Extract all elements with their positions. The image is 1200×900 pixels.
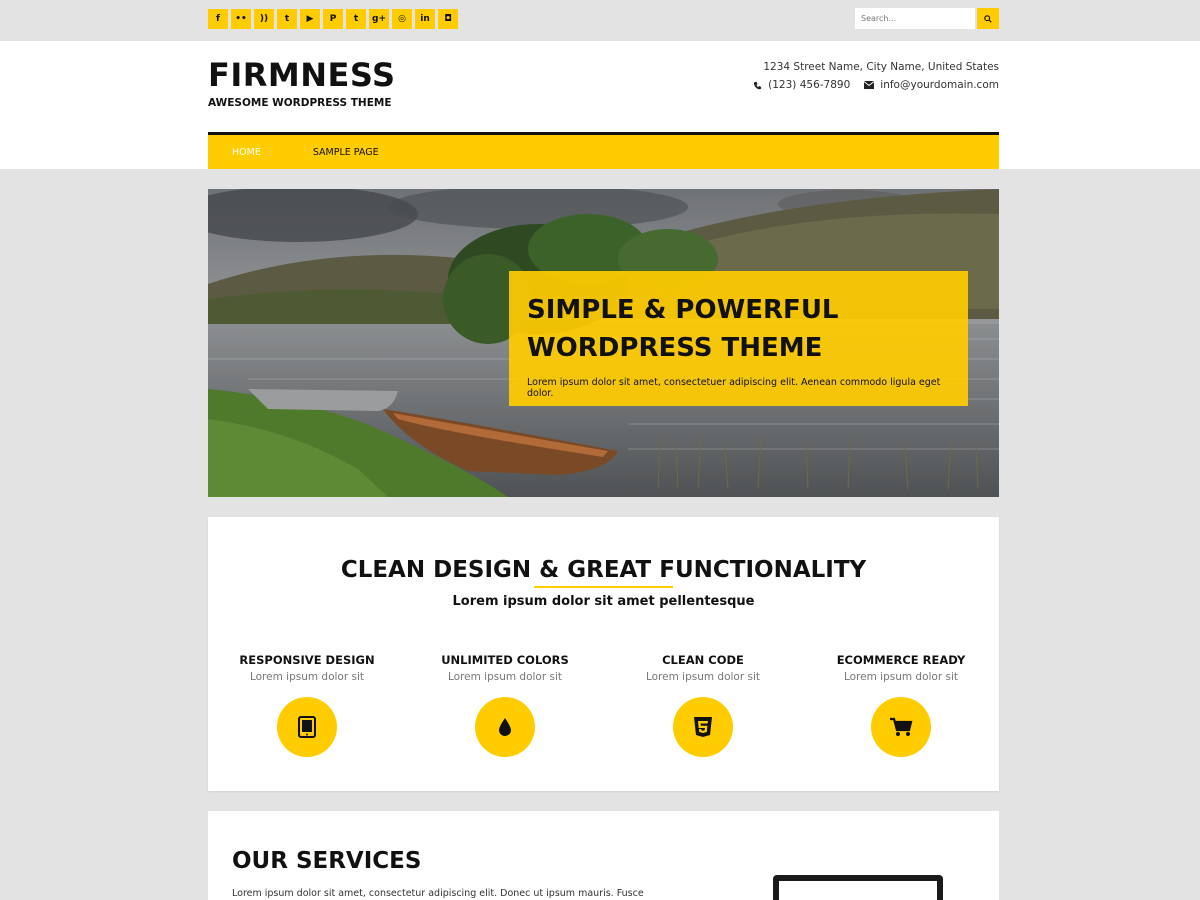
search-button[interactable]: [977, 8, 999, 29]
html5-icon: [694, 717, 712, 737]
hero-title-line1: SIMPLE & POWERFUL: [527, 295, 839, 325]
feature-item: RESPONSIVE DESIGN Lorem ipsum dolor sit: [208, 653, 406, 757]
contact-email[interactable]: info@yourdomain.com: [880, 79, 999, 91]
features-title: CLEAN DESIGN & GREAT FUNCTIONALITY: [340, 557, 867, 583]
site-tagline: AWESOME WORDPRESS THEME: [208, 97, 392, 109]
feature-heading: CLEAN CODE: [662, 653, 744, 667]
hero-title-line2: WORDPRESS THEME: [527, 333, 823, 363]
feature-item: ECOMMERCE READY Lorem ipsum dolor sit: [802, 653, 1000, 757]
flickr-icon[interactable]: ••: [231, 9, 251, 29]
rss-icon[interactable]: )): [254, 9, 274, 29]
feature-heading: ECOMMERCE READY: [836, 653, 966, 667]
phone-icon: [754, 81, 762, 89]
site-title[interactable]: FIRMNESS: [208, 56, 396, 94]
feature-icon-circle: [277, 697, 337, 757]
hero-caption: SIMPLE & POWERFUL WORDPRESS THEME Lorem …: [509, 271, 968, 406]
features-section: CLEAN DESIGN & GREAT FUNCTIONALITY Lorem…: [208, 517, 999, 791]
feature-heading: UNLIMITED COLORS: [441, 653, 569, 667]
services-section: OUR SERVICES Lorem ipsum dolor sit amet,…: [208, 811, 999, 900]
services-title: OUR SERVICES: [232, 848, 422, 874]
feature-item: CLEAN CODE Lorem ipsum dolor sit: [604, 653, 802, 757]
feature-heading: RESPONSIVE DESIGN: [239, 653, 375, 667]
feature-icon-circle: [673, 697, 733, 757]
features-subtitle: Lorem ipsum dolor sit amet pellentesque: [452, 594, 755, 609]
services-text: Lorem ipsum dolor sit amet, consectetur …: [232, 888, 644, 899]
facebook-icon[interactable]: f: [208, 9, 228, 29]
feature-text: Lorem ipsum dolor sit: [249, 671, 365, 683]
search-form: [855, 8, 999, 29]
nav-item-home[interactable]: HOME: [208, 147, 285, 158]
googleplus-icon[interactable]: g+: [369, 9, 389, 29]
feature-text: Lorem ipsum dolor sit: [843, 671, 959, 683]
tumblr-icon[interactable]: t: [346, 9, 366, 29]
contact-address: 1234 Street Name, City Name, United Stat…: [763, 61, 999, 73]
tablet-icon: [298, 716, 316, 738]
pinterest-icon[interactable]: P: [323, 9, 343, 29]
youtube-icon[interactable]: ▶: [300, 9, 320, 29]
top-bar: f •• )) t ▶ P t g+ ◎ in ◘: [0, 0, 1200, 41]
feature-icon-circle: [871, 697, 931, 757]
search-input[interactable]: [855, 8, 975, 29]
laptop-image: [773, 875, 943, 900]
contact-info: (123) 456-7890 info@yourdomain.com: [753, 79, 999, 91]
feature-item: UNLIMITED COLORS Lorem ipsum dolor sit: [406, 653, 604, 757]
drop-icon: [499, 718, 511, 736]
nav-item-sample-page[interactable]: SAMPLE PAGE: [285, 147, 403, 158]
hero-slider: SIMPLE & POWERFUL WORDPRESS THEME Lorem …: [208, 189, 999, 497]
search-icon: [984, 14, 992, 23]
feature-icon-circle: [475, 697, 535, 757]
envelope-icon: [864, 81, 875, 89]
site-header: FIRMNESS AWESOME WORDPRESS THEME 1234 St…: [0, 41, 1200, 169]
feature-text: Lorem ipsum dolor sit: [645, 671, 761, 683]
main-nav: HOME SAMPLE PAGE: [208, 132, 999, 169]
instagram-icon[interactable]: ◘: [438, 9, 458, 29]
cart-icon: [890, 717, 913, 736]
contact-phone: (123) 456-7890: [768, 79, 851, 91]
linkedin-icon[interactable]: in: [415, 9, 435, 29]
twitter-icon[interactable]: t: [277, 9, 297, 29]
laptop-screen: [779, 881, 937, 900]
hero-text: Lorem ipsum dolor sit amet, consectetuer…: [527, 377, 941, 399]
social-links: f •• )) t ▶ P t g+ ◎ in ◘: [208, 9, 458, 29]
dribbble-icon[interactable]: ◎: [392, 9, 412, 29]
title-underline: [534, 586, 673, 588]
feature-text: Lorem ipsum dolor sit: [447, 671, 563, 683]
